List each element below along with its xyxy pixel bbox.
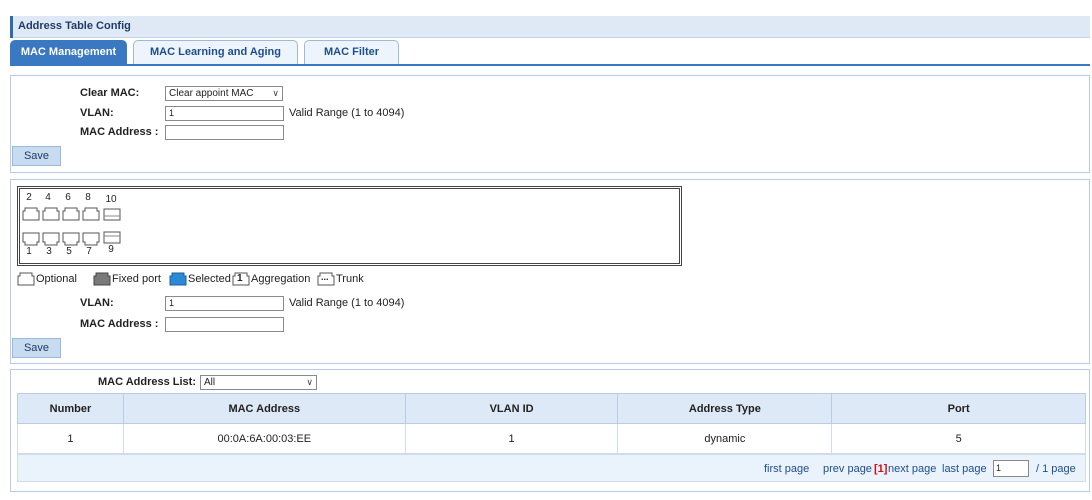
port-panel-box: 2 4 6 8 10 1 3 5 7 9 [17, 186, 682, 266]
vlan-label: VLAN: [80, 297, 114, 309]
port-number: 8 [85, 192, 91, 203]
mac-address-input[interactable] [165, 125, 284, 140]
cell-address-type: dynamic [617, 423, 833, 454]
mac-list-panel: MAC Address List: All ∨ Number MAC Addre… [10, 369, 1090, 492]
chevron-down-icon: ∨ [306, 377, 313, 387]
port-panel: 2 4 6 8 10 1 3 5 7 9 Optional Fixed port [10, 179, 1090, 364]
title-bar: Address Table Config [10, 16, 1090, 38]
save-button[interactable]: Save [12, 338, 61, 358]
mac-list-select[interactable]: All ∨ [200, 375, 317, 390]
port-number: 5 [66, 246, 72, 257]
port-number: 9 [108, 244, 114, 255]
clear-mac-panel: Clear MAC: Clear appoint MAC ∨ VLAN: 1 V… [10, 75, 1090, 173]
chevron-down-icon: ∨ [272, 88, 279, 98]
total-pages: / 1 page [1036, 463, 1076, 475]
table-row[interactable]: 1 00:0A:6A:00:03:EE 1 dynamic 5 [17, 423, 1086, 454]
port-number: 2 [26, 192, 32, 203]
legend-aggregation-label: Aggregation [251, 273, 311, 285]
cell-number: 1 [17, 423, 124, 454]
legend-optional-label: Optional [36, 273, 77, 285]
next-page-link[interactable]: next page [888, 463, 936, 475]
mac-address-input[interactable] [165, 317, 284, 332]
vlan-range-note: Valid Range (1 to 4094) [289, 107, 405, 119]
column-header-address-type[interactable]: Address Type [617, 393, 833, 424]
port-number: 4 [45, 192, 51, 203]
port-number: 10 [105, 194, 117, 205]
cell-mac-address: 00:0A:6A:00:03:EE [122, 423, 406, 454]
port-number: 3 [46, 246, 52, 257]
tab-mac-filter[interactable]: MAC Filter [304, 40, 399, 64]
port-2[interactable] [22, 207, 40, 221]
optional-port-icon [17, 272, 35, 289]
cell-vlan-id: 1 [404, 423, 619, 454]
aggregation-port-icon: 1 [232, 272, 250, 289]
clear-mac-label: Clear MAC: [80, 87, 140, 99]
column-header-mac-address[interactable]: MAC Address [122, 393, 406, 424]
column-header-vlan-id[interactable]: VLAN ID [404, 393, 619, 424]
port-9[interactable] [103, 231, 121, 245]
port-1[interactable] [22, 232, 40, 246]
vlan-input[interactable]: 1 [165, 296, 284, 311]
port-4[interactable] [42, 207, 60, 221]
pagination: first page prev page [1] next page last … [17, 454, 1086, 482]
port-10[interactable] [103, 208, 121, 222]
mac-address-label: MAC Address : [80, 318, 159, 330]
tab-mac-management[interactable]: MAC Management [10, 40, 127, 64]
first-page-link[interactable]: first page [764, 463, 809, 475]
port-number: 7 [86, 246, 92, 257]
legend-trunk-label: Trunk [336, 273, 364, 285]
mac-address-label: MAC Address : [80, 126, 159, 138]
tab-underline [10, 64, 1090, 66]
mac-address-table: Number MAC Address VLAN ID Address Type … [17, 393, 1086, 454]
selected-port-icon [169, 272, 187, 289]
port-3[interactable] [42, 232, 60, 246]
clear-mac-select[interactable]: Clear appoint MAC ∨ [165, 86, 283, 101]
port-8[interactable] [82, 207, 100, 221]
cell-port: 5 [831, 423, 1086, 454]
table-header-row: Number MAC Address VLAN ID Address Type … [17, 393, 1086, 424]
trunk-port-icon: ... [317, 272, 335, 289]
current-page: [1] [874, 463, 888, 475]
port-7[interactable] [82, 232, 100, 246]
vlan-range-note: Valid Range (1 to 4094) [289, 297, 405, 309]
vlan-input[interactable]: 1 [165, 106, 284, 121]
port-number: 1 [26, 246, 32, 257]
mac-list-label: MAC Address List: [98, 376, 196, 388]
vlan-label: VLAN: [80, 107, 114, 119]
fixed-port-icon [93, 272, 111, 289]
column-header-port[interactable]: Port [831, 393, 1086, 424]
page-title: Address Table Config [18, 20, 131, 32]
port-6[interactable] [62, 207, 80, 221]
port-5[interactable] [62, 232, 80, 246]
column-header-number[interactable]: Number [17, 393, 124, 424]
legend-selected-label: Selected [188, 273, 231, 285]
port-number: 6 [65, 192, 71, 203]
mac-list-select-value: All [204, 377, 216, 388]
aggregation-icon-text: 1 [237, 273, 243, 284]
prev-page-link[interactable]: prev page [823, 463, 872, 475]
clear-mac-select-value: Clear appoint MAC [169, 88, 254, 99]
tab-mac-learning-aging[interactable]: MAC Learning and Aging [133, 40, 298, 64]
page-number-input[interactable]: 1 [993, 460, 1029, 477]
legend-fixed-label: Fixed port [112, 273, 161, 285]
last-page-link[interactable]: last page [942, 463, 987, 475]
save-button[interactable]: Save [12, 146, 61, 166]
trunk-icon-text: ... [321, 272, 329, 282]
